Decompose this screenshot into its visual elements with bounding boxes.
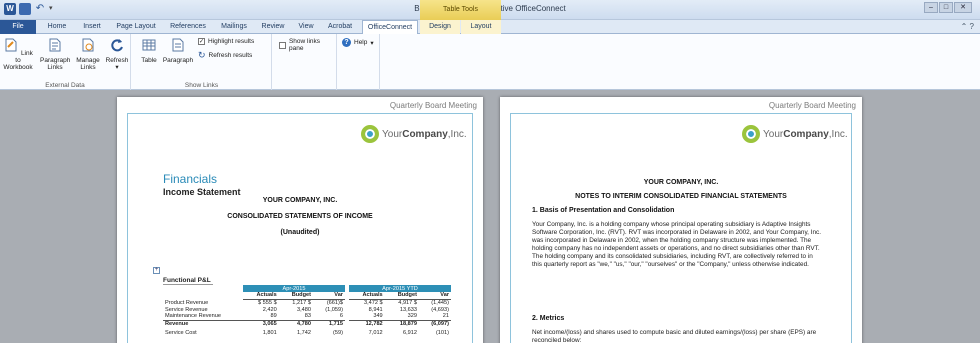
group-help: ? Help ▾ bbox=[338, 34, 380, 90]
table-tools-context-label: Table Tools bbox=[420, 0, 501, 20]
tab-mailings[interactable]: Mailings bbox=[214, 20, 254, 34]
checkbox-unchecked-icon bbox=[279, 41, 286, 49]
paragraph-icon bbox=[172, 38, 184, 52]
col-header: Actuals bbox=[348, 292, 385, 300]
col-header: Budget bbox=[278, 292, 313, 300]
tab-design[interactable]: Design bbox=[420, 20, 460, 34]
title-bar: W ↶ ▾ Board Book.docx - Adaptive OfficeC… bbox=[0, 0, 980, 20]
group-external-data: Link to Workbook Paragraph Links Manage … bbox=[0, 34, 131, 90]
page-financials: Quarterly Board Meeting YourCompany,Inc.… bbox=[117, 97, 483, 343]
show-links-pane-checkbox[interactable]: Show links pane bbox=[279, 38, 336, 52]
ribbon-help-icon[interactable]: ⌃ ? bbox=[961, 22, 974, 31]
notes-title: NOTES TO INTERIM CONSOLIDATED FINANCIAL … bbox=[575, 193, 787, 200]
refresh-results-button[interactable]: ↻ Refresh results bbox=[198, 50, 252, 61]
tab-home[interactable]: Home bbox=[40, 20, 74, 34]
ribbon: Link to Workbook Paragraph Links Manage … bbox=[0, 34, 980, 90]
income-table[interactable]: Apr-2015 Apr-2015 YTD Actuals Budget Var… bbox=[163, 285, 451, 336]
manage-links-icon bbox=[82, 38, 94, 52]
maximize-icon[interactable]: □ bbox=[939, 2, 953, 13]
refresh-button[interactable]: Refresh ▾ bbox=[104, 37, 130, 71]
minimize-icon[interactable]: – bbox=[924, 2, 938, 13]
tab-references[interactable]: References bbox=[164, 20, 212, 34]
ribbon-tabs: File Home Insert Page Layout References … bbox=[0, 20, 980, 35]
company-logo: YourCompany,Inc. bbox=[742, 125, 848, 143]
checkbox-checked-icon: ✓ bbox=[198, 38, 205, 45]
refresh-dropdown-icon: ▾ bbox=[115, 64, 119, 71]
tab-file[interactable]: File bbox=[0, 20, 36, 34]
tab-page-layout[interactable]: Page Layout bbox=[110, 20, 162, 34]
paragraph-metrics: Net income/(loss) and shares used to com… bbox=[532, 329, 817, 343]
col-header: Actuals bbox=[243, 292, 279, 300]
unaudited-label: (Unaudited) bbox=[280, 229, 320, 236]
table-row-total: Revenue 3,065 4,780 1,715 12,782 18,879 … bbox=[163, 319, 451, 327]
tab-officeconnect[interactable]: OfficeConnect bbox=[362, 20, 418, 35]
help-button[interactable]: ? Help ▾ bbox=[342, 38, 374, 47]
table-band-row: Apr-2015 Apr-2015 YTD bbox=[163, 285, 451, 292]
paragraph-basis: Your Company, Inc. is a holding company … bbox=[532, 221, 822, 268]
manage-links-button[interactable]: Manage Links bbox=[74, 37, 102, 71]
tab-insert[interactable]: Insert bbox=[76, 20, 108, 34]
functional-pl-label: Functional P&L bbox=[163, 277, 213, 285]
tab-review[interactable]: Review bbox=[256, 20, 290, 34]
group-label-show-links: Show Links bbox=[184, 82, 219, 89]
page-header: Quarterly Board Meeting bbox=[768, 101, 856, 110]
table-row: Maintenance Revenue 89 83 6 349 329 21 bbox=[165, 313, 449, 320]
refresh-results-icon: ↻ bbox=[198, 50, 206, 60]
group-label-external-data: External Data bbox=[45, 82, 85, 89]
highlight-results-checkbox[interactable]: ✓ Highlight results bbox=[198, 38, 254, 45]
help-dropdown-icon: ▾ bbox=[370, 39, 374, 47]
table-move-handle-icon[interactable]: + bbox=[153, 267, 160, 274]
band-ytd: Apr-2015 YTD bbox=[348, 285, 451, 292]
company-name: YOUR COMPANY, INC. bbox=[643, 179, 719, 186]
tab-layout[interactable]: Layout bbox=[461, 20, 501, 34]
table-row: Product Revenue $ 555 $ 1,217 $ (661)$ 3… bbox=[165, 299, 449, 306]
document-area[interactable]: Quarterly Board Meeting YourCompany,Inc.… bbox=[0, 91, 980, 343]
tab-view[interactable]: View bbox=[292, 20, 320, 34]
close-icon[interactable]: ✕ bbox=[954, 2, 972, 13]
section-heading: Financials bbox=[163, 172, 218, 186]
col-header: Budget bbox=[384, 292, 419, 300]
table-icon bbox=[142, 39, 156, 51]
table-row: Service Revenue 2,420 3,480 (1,059) 8,94… bbox=[165, 306, 449, 313]
link-workbook-icon bbox=[5, 38, 17, 52]
paragraph-links-icon bbox=[49, 38, 61, 52]
window-controls: – □ ✕ bbox=[924, 2, 972, 13]
col-header: Var bbox=[312, 292, 345, 300]
refresh-icon bbox=[111, 39, 123, 52]
table-header-row: Actuals Budget Var Actuals Budget Var bbox=[163, 292, 451, 300]
table-button[interactable]: Table bbox=[138, 37, 160, 64]
group-links-pane: Show links pane bbox=[273, 34, 337, 90]
section-subheading: Income Statement bbox=[163, 187, 241, 197]
col-header: Var bbox=[418, 292, 451, 300]
band-current-month: Apr-2015 bbox=[243, 285, 345, 292]
paragraph-button[interactable]: Paragraph bbox=[162, 37, 194, 64]
company-name: YOUR COMPANY, INC. bbox=[262, 197, 338, 204]
logo-ring-icon bbox=[361, 125, 379, 143]
tab-acrobat[interactable]: Acrobat bbox=[322, 20, 358, 34]
page-notes: Quarterly Board Meeting YourCompany,Inc.… bbox=[500, 97, 862, 343]
table-row: Service Cost 1,801 1,742 (59) 7,012 6,91… bbox=[165, 330, 449, 336]
section-heading-basis: 1. Basis of Presentation and Consolidati… bbox=[532, 207, 675, 214]
section-heading-metrics: 2. Metrics bbox=[532, 315, 565, 322]
company-logo: YourCompany,Inc. bbox=[361, 125, 467, 143]
statement-title: CONSOLIDATED STATEMENTS OF INCOME bbox=[227, 213, 373, 220]
logo-ring-icon bbox=[742, 125, 760, 143]
group-show-links: Table Paragraph ✓ Highlight results ↻ Re… bbox=[132, 34, 272, 90]
page-header: Quarterly Board Meeting bbox=[389, 101, 477, 110]
paragraph-links-button[interactable]: Paragraph Links bbox=[40, 37, 70, 71]
link-to-workbook-button[interactable]: Link to Workbook bbox=[2, 37, 34, 71]
help-icon: ? bbox=[342, 38, 351, 47]
